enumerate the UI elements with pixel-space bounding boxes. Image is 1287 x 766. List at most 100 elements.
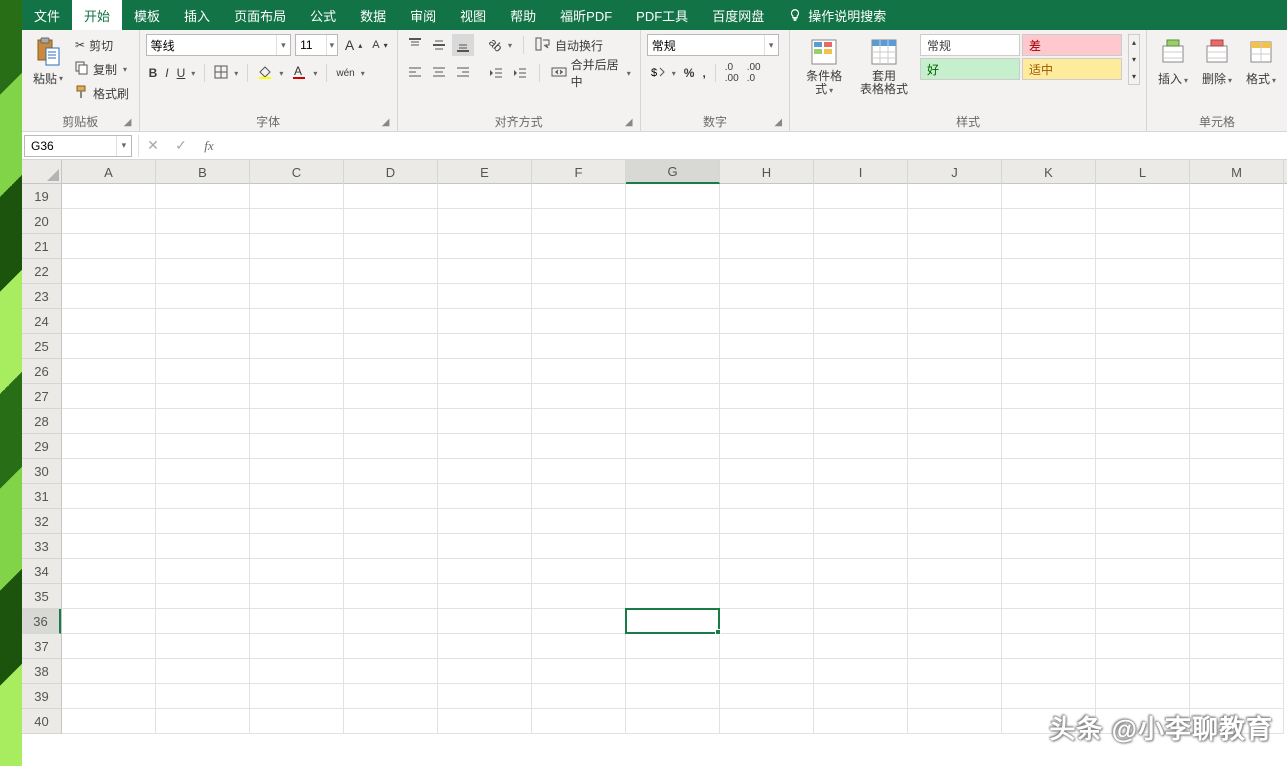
cell-L23[interactable] — [1096, 284, 1190, 309]
row-header-29[interactable]: 29 — [22, 434, 61, 459]
cell-F36[interactable] — [532, 609, 626, 634]
cell-H30[interactable] — [720, 459, 814, 484]
cell-E19[interactable] — [438, 184, 532, 209]
delete-cells-button[interactable]: 删除▾ — [1197, 34, 1237, 89]
cell-K28[interactable] — [1002, 409, 1096, 434]
cell-L20[interactable] — [1096, 209, 1190, 234]
row-header-21[interactable]: 21 — [22, 234, 61, 259]
cell-I23[interactable] — [814, 284, 908, 309]
cell-J28[interactable] — [908, 409, 1002, 434]
cell-H27[interactable] — [720, 384, 814, 409]
cut-button[interactable]: ✂ 剪切 — [72, 34, 132, 56]
styles-scroll-down[interactable]: ▾ — [1129, 52, 1139, 67]
cell-D30[interactable] — [344, 459, 438, 484]
number-format-combo[interactable]: ▾ — [647, 34, 779, 56]
cell-A27[interactable] — [62, 384, 156, 409]
cell-M30[interactable] — [1190, 459, 1284, 484]
cell-E35[interactable] — [438, 584, 532, 609]
cell-J29[interactable] — [908, 434, 1002, 459]
row-header-19[interactable]: 19 — [22, 184, 61, 209]
align-right-button[interactable] — [452, 62, 474, 84]
table-format-button[interactable]: 套用 表格格式 — [856, 34, 912, 98]
cell-I40[interactable] — [814, 709, 908, 734]
menu-page-layout[interactable]: 页面布局 — [222, 0, 298, 30]
cell-G37[interactable] — [626, 634, 720, 659]
cell-F38[interactable] — [532, 659, 626, 684]
column-header-E[interactable]: E — [438, 160, 532, 184]
cell-E34[interactable] — [438, 559, 532, 584]
cell-K25[interactable] — [1002, 334, 1096, 359]
cell-D29[interactable] — [344, 434, 438, 459]
column-header-M[interactable]: M — [1190, 160, 1284, 184]
cell-I29[interactable] — [814, 434, 908, 459]
cell-E38[interactable] — [438, 659, 532, 684]
cell-M27[interactable] — [1190, 384, 1284, 409]
cell-E33[interactable] — [438, 534, 532, 559]
enter-formula-button[interactable]: ✓ — [167, 132, 195, 160]
cell-K21[interactable] — [1002, 234, 1096, 259]
cell-D24[interactable] — [344, 309, 438, 334]
menu-template[interactable]: 模板 — [122, 0, 172, 30]
cell-D40[interactable] — [344, 709, 438, 734]
cell-J21[interactable] — [908, 234, 1002, 259]
cell-E28[interactable] — [438, 409, 532, 434]
align-launcher[interactable]: ◢ — [622, 115, 636, 129]
cell-B31[interactable] — [156, 484, 250, 509]
cell-C24[interactable] — [250, 309, 344, 334]
column-header-B[interactable]: B — [156, 160, 250, 184]
menu-file[interactable]: 文件 — [22, 0, 72, 30]
name-box[interactable]: ▾ — [24, 135, 132, 157]
cell-A40[interactable] — [62, 709, 156, 734]
cell-D25[interactable] — [344, 334, 438, 359]
row-header-22[interactable]: 22 — [22, 259, 61, 284]
increase-indent-button[interactable] — [509, 62, 531, 84]
chevron-down-icon[interactable]: ▾ — [764, 35, 778, 55]
cell-C28[interactable] — [250, 409, 344, 434]
cell-D19[interactable] — [344, 184, 438, 209]
row-header-31[interactable]: 31 — [22, 484, 61, 509]
cell-L31[interactable] — [1096, 484, 1190, 509]
select-all-corner[interactable] — [22, 160, 62, 184]
insert-function-button[interactable]: fx — [195, 132, 223, 160]
cell-L19[interactable] — [1096, 184, 1190, 209]
font-size-input[interactable] — [296, 38, 326, 52]
cell-A31[interactable] — [62, 484, 156, 509]
format-painter-button[interactable]: 格式刷 — [72, 82, 132, 104]
cell-G34[interactable] — [626, 559, 720, 584]
cell-M38[interactable] — [1190, 659, 1284, 684]
cells-area[interactable] — [62, 184, 1287, 766]
cell-L35[interactable] — [1096, 584, 1190, 609]
cell-B33[interactable] — [156, 534, 250, 559]
format-cells-button[interactable]: 格式▾ — [1241, 34, 1281, 89]
wrap-text-button[interactable]: 自动换行 — [532, 34, 606, 56]
menu-pdf-tool[interactable]: PDF工具 — [624, 0, 700, 30]
cell-B22[interactable] — [156, 259, 250, 284]
cell-C29[interactable] — [250, 434, 344, 459]
cell-B20[interactable] — [156, 209, 250, 234]
cell-E23[interactable] — [438, 284, 532, 309]
cell-H28[interactable] — [720, 409, 814, 434]
cell-H40[interactable] — [720, 709, 814, 734]
cell-C22[interactable] — [250, 259, 344, 284]
cell-I27[interactable] — [814, 384, 908, 409]
cell-C32[interactable] — [250, 509, 344, 534]
orientation-button[interactable]: ab▾ — [486, 34, 515, 56]
cell-M24[interactable] — [1190, 309, 1284, 334]
borders-button[interactable]: ▾ — [211, 62, 241, 84]
menu-home[interactable]: 开始 — [72, 0, 122, 30]
cell-G35[interactable] — [626, 584, 720, 609]
cell-B28[interactable] — [156, 409, 250, 434]
fill-color-button[interactable]: ▾ — [254, 62, 286, 84]
cell-L27[interactable] — [1096, 384, 1190, 409]
menu-foxit-pdf[interactable]: 福昕PDF — [548, 0, 624, 30]
decrease-decimal-button[interactable]: .00.0 — [744, 62, 764, 84]
cell-F32[interactable] — [532, 509, 626, 534]
cell-C31[interactable] — [250, 484, 344, 509]
cell-M25[interactable] — [1190, 334, 1284, 359]
cell-E32[interactable] — [438, 509, 532, 534]
cell-J31[interactable] — [908, 484, 1002, 509]
cell-I19[interactable] — [814, 184, 908, 209]
cell-A25[interactable] — [62, 334, 156, 359]
cell-L32[interactable] — [1096, 509, 1190, 534]
column-header-C[interactable]: C — [250, 160, 344, 184]
